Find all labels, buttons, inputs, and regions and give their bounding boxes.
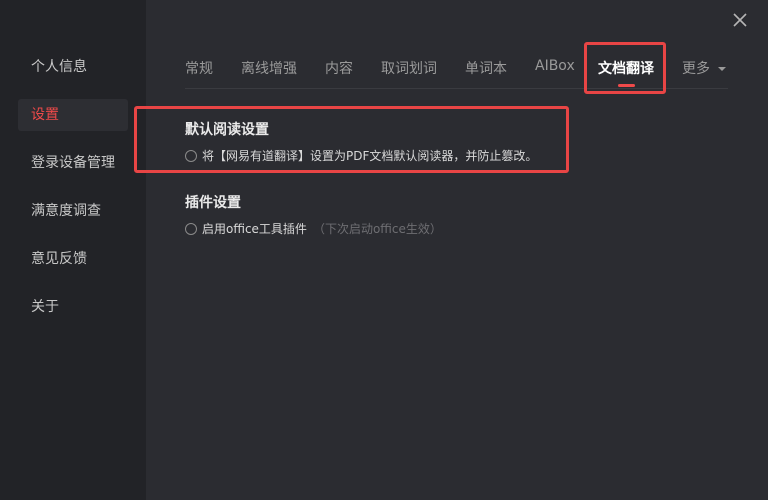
tab-wordbook[interactable]: 单词本 [465, 58, 507, 78]
tab-general[interactable]: 常规 [185, 58, 213, 78]
tab-content[interactable]: 内容 [325, 58, 353, 78]
plugin-settings-title: 插件设置 [185, 195, 241, 211]
office-plugin-option[interactable]: 启用office工具插件 （下次启动office生效） [185, 220, 442, 237]
tab-aibox[interactable]: AIBox [535, 58, 575, 74]
radio-button[interactable] [185, 149, 197, 162]
caret-down-icon [718, 67, 727, 71]
tab-word-capture[interactable]: 取词划词 [381, 58, 437, 78]
office-plugin-hint: （下次启动office生效） [312, 222, 442, 236]
radio-button[interactable] [185, 222, 197, 235]
tab-highlight-box [584, 42, 666, 94]
tab-more[interactable]: 更多 [682, 58, 727, 78]
default-reader-option-label: 将【网易有道翻译】设置为PDF文档默认阅读器，并防止篡改。 [202, 149, 538, 163]
default-reader-option[interactable]: 将【网易有道翻译】设置为PDF文档默认阅读器，并防止篡改。 [185, 147, 537, 164]
default-reader-title: 默认阅读设置 [185, 122, 269, 138]
sidebar-item-personal-info[interactable]: 个人信息 [18, 51, 128, 83]
close-icon[interactable] [732, 12, 748, 28]
sidebar-item-survey[interactable]: 满意度调查 [18, 195, 128, 227]
sidebar-item-about[interactable]: 关于 [18, 291, 128, 323]
sidebar-item-settings[interactable]: 设置 [18, 99, 128, 131]
sidebar-item-feedback[interactable]: 意见反馈 [18, 243, 128, 275]
sidebar: 个人信息 设置 登录设备管理 满意度调查 意见反馈 关于 [0, 0, 146, 500]
tab-more-label: 更多 [682, 61, 710, 77]
tab-offline-enhance[interactable]: 离线增强 [241, 58, 297, 78]
sidebar-item-device-management[interactable]: 登录设备管理 [18, 147, 128, 179]
office-plugin-option-label: 启用office工具插件 [202, 222, 307, 236]
